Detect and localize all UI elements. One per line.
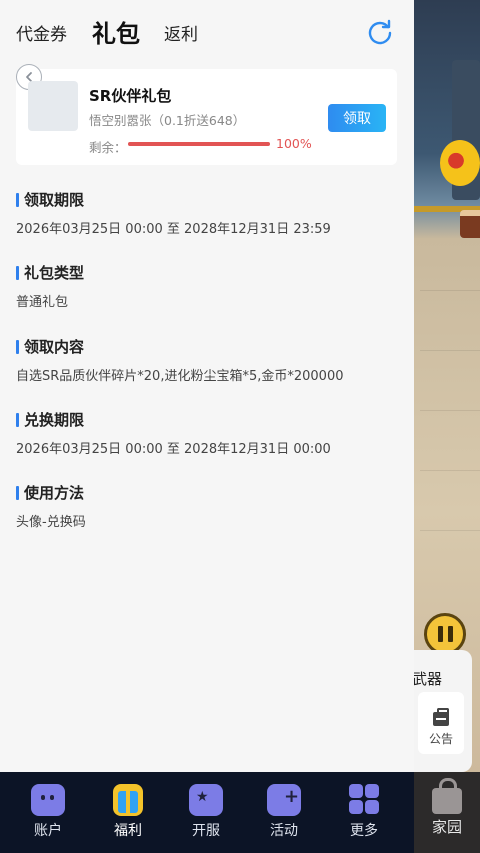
- gift-subtitle: 悟空别嚣张（0.1折送648）: [89, 113, 246, 128]
- section-body: 2026年03月25日 00:00 至 2028年12月31日 00:00: [16, 442, 331, 457]
- lock-icon: [432, 778, 462, 814]
- refresh-icon[interactable]: [366, 18, 394, 46]
- grid-icon: [347, 784, 381, 816]
- remaining-progress-bar: [128, 142, 270, 146]
- section-contents: 领取内容 自选SR品质伙伴碎片*20,进化粉尘宝箱*5,金币*200000: [16, 337, 406, 384]
- section-body: 2026年03月25日 00:00 至 2028年12月31日 23:59: [16, 222, 331, 237]
- nav-item-more[interactable]: 更多: [324, 772, 404, 853]
- bottom-nav: 账户 福利 开服 活动 更多: [0, 772, 414, 853]
- nav-item-welfare[interactable]: 福利: [88, 772, 168, 853]
- welfare-panel: 代金券 礼包 返利 SR伙伴礼包 悟空别嚣张（0.1折送648） 剩余： 100…: [0, 0, 414, 772]
- game-pause-button[interactable]: [424, 613, 466, 655]
- tab-gift[interactable]: 礼包: [92, 14, 140, 49]
- nav-label: 账户: [34, 823, 62, 839]
- gift-thumbnail: [28, 81, 78, 131]
- remaining-percent: 100%: [276, 136, 312, 151]
- nav-item-account[interactable]: 账户: [8, 772, 88, 853]
- game-notice-button[interactable]: 公告: [418, 692, 464, 754]
- remaining-label: 剩余：: [89, 140, 127, 155]
- section-claim-period: 领取期限 2026年03月25日 00:00 至 2028年12月31日 23:…: [16, 190, 406, 237]
- game-home-button[interactable]: 家园: [414, 772, 480, 853]
- nav-item-activity[interactable]: 活动: [244, 772, 324, 853]
- tab-rebate[interactable]: 返利: [164, 20, 198, 45]
- section-title: 领取期限: [16, 190, 406, 210]
- game-home-label: 家园: [431, 818, 462, 836]
- gift-icon: [113, 784, 143, 816]
- section-body: 自选SR品质伙伴碎片*20,进化粉尘宝箱*5,金币*200000: [16, 369, 344, 384]
- server-icon: [189, 784, 223, 816]
- section-body: 头像-兑换码: [16, 515, 86, 530]
- remaining-progress-fill: [128, 142, 270, 146]
- section-title: 领取内容: [16, 337, 406, 357]
- section-title: 礼包类型: [16, 263, 406, 283]
- gamepad-icon: [267, 784, 301, 816]
- section-gift-type: 礼包类型 普通礼包: [16, 263, 406, 310]
- section-title: 兑换期限: [16, 410, 406, 430]
- nav-label: 开服: [192, 823, 220, 839]
- section-title: 使用方法: [16, 483, 406, 503]
- nav-item-server[interactable]: 开服: [166, 772, 246, 853]
- gift-title: SR伙伴礼包: [89, 87, 172, 105]
- game-weapon-label[interactable]: 武器: [412, 668, 442, 689]
- nav-label: 活动: [270, 823, 298, 839]
- briefcase-icon: [433, 708, 449, 726]
- account-icon: [31, 784, 65, 816]
- section-usage: 使用方法 头像-兑换码: [16, 483, 406, 530]
- game-pot: [460, 210, 480, 238]
- section-body: 普通礼包: [16, 295, 69, 310]
- nav-label: 福利: [114, 823, 142, 839]
- claim-button[interactable]: 领取: [328, 104, 386, 132]
- tab-voucher[interactable]: 代金券: [16, 20, 67, 45]
- game-character: [440, 140, 480, 186]
- nav-label: 更多: [350, 823, 378, 839]
- section-redeem-period: 兑换期限 2026年03月25日 00:00 至 2028年12月31日 00:…: [16, 410, 406, 457]
- tab-bar: 代金券 礼包 返利: [0, 0, 414, 62]
- game-notice-label: 公告: [428, 732, 453, 746]
